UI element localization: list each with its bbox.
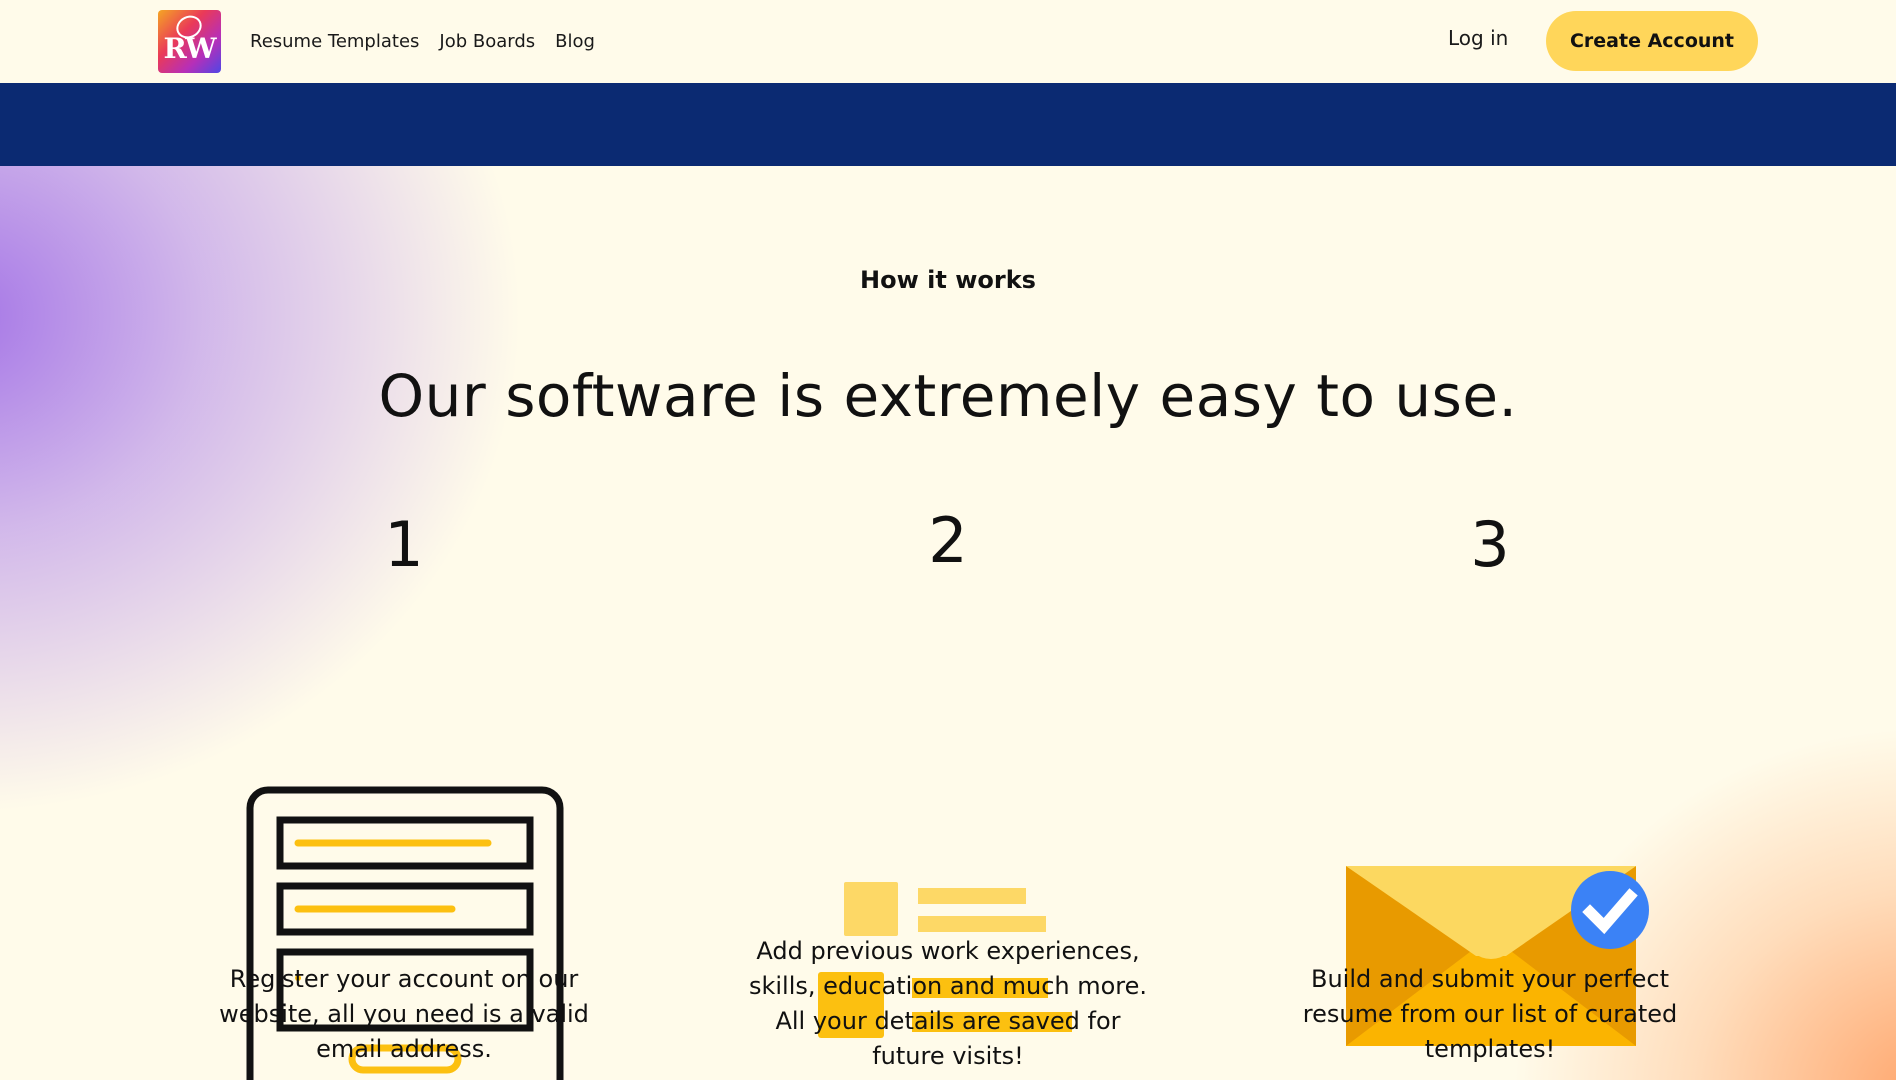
section-headline: Our software is extremely easy to use. (378, 362, 1518, 430)
create-account-button[interactable]: Create Account (1546, 11, 1758, 71)
nav-link-blog[interactable]: Blog (555, 31, 595, 52)
nav-links: Resume Templates Job Boards Blog (250, 0, 595, 83)
step-2-number: 2 (928, 504, 968, 577)
login-link[interactable]: Log in (1448, 26, 1508, 50)
nav-link-job-boards[interactable]: Job Boards (439, 31, 535, 52)
step-1-number: 1 (384, 508, 424, 581)
announcement-banner (0, 83, 1896, 166)
rw-logo[interactable]: RW (158, 10, 221, 73)
how-it-works-section: How it works Our software is extremely e… (0, 166, 1896, 1080)
section-eyebrow: How it works (860, 266, 1036, 294)
step-2-description: Add previous work experiences, skills, e… (748, 937, 1148, 1070)
step-1-description: Register your account on our website, al… (219, 965, 589, 1063)
nav-link-resume-templates[interactable]: Resume Templates (250, 31, 419, 52)
top-navigation: RW Resume Templates Job Boards Blog Log … (0, 0, 1896, 83)
step-3-description: Build and submit your perfect resume fro… (1302, 965, 1678, 1063)
step-3-number: 3 (1470, 508, 1510, 581)
